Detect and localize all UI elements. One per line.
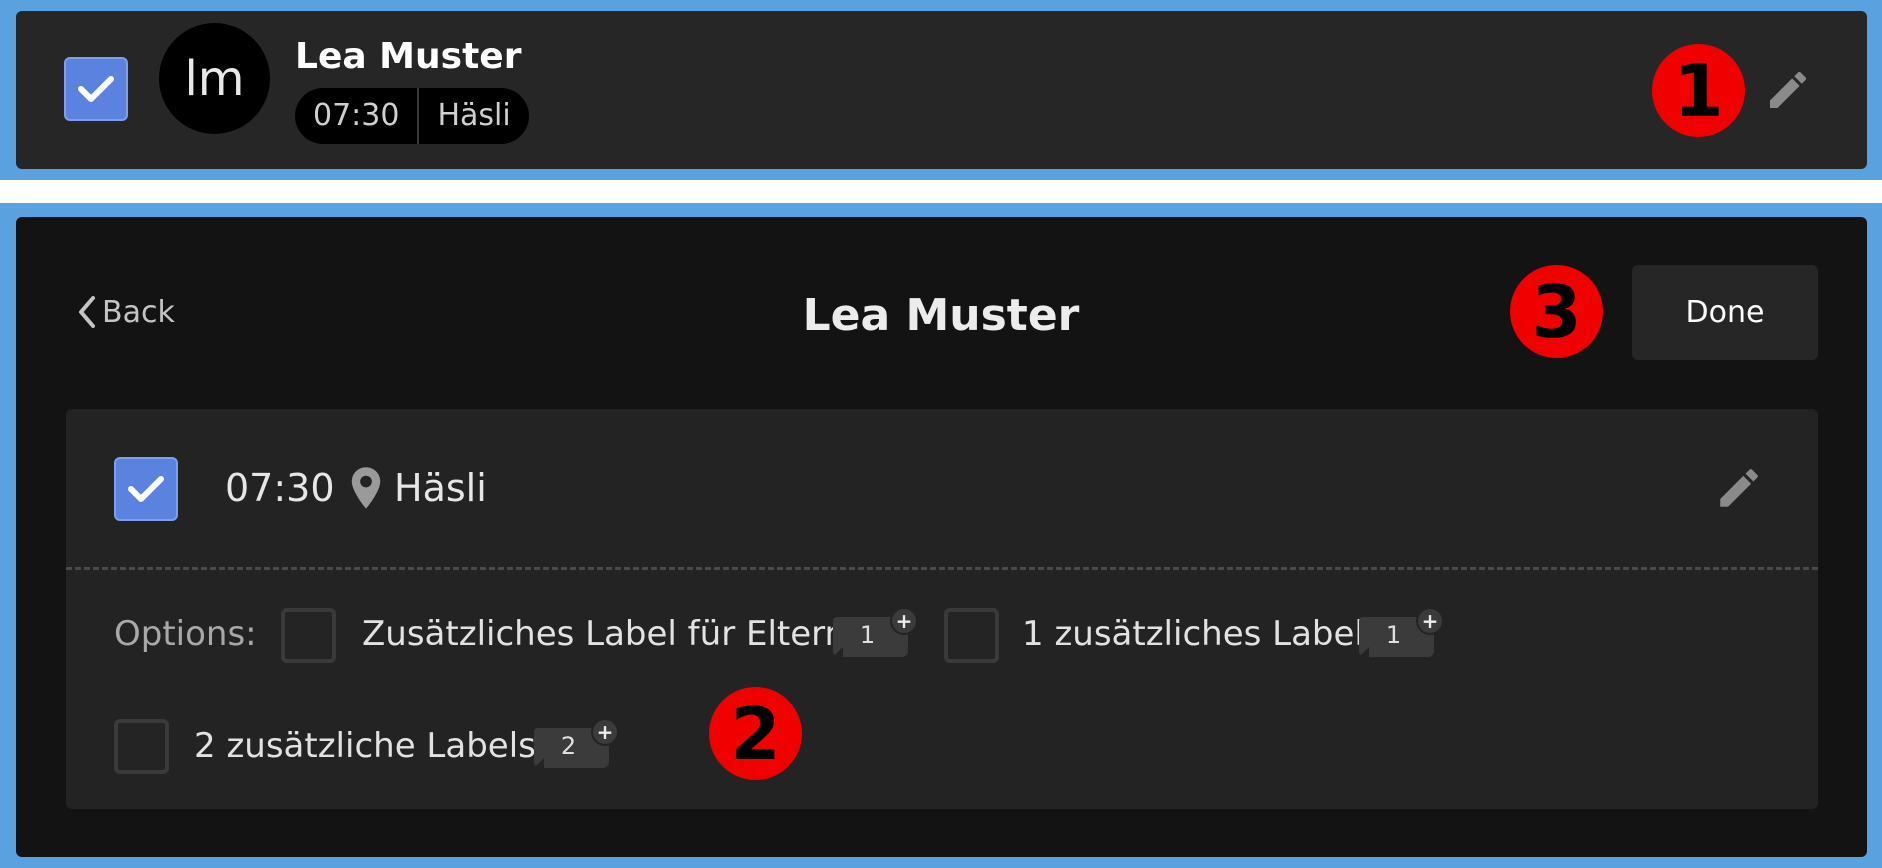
annotation-badge-1: 1 [1652,44,1745,137]
slot-checkbox[interactable] [114,457,178,521]
plus-icon: + [890,607,918,635]
annotation-badge-3: 3 [1510,265,1603,358]
option-label-parents-label: Zusätzliches Label für Eltern [362,614,847,654]
label-tag-icon [1359,647,1369,657]
option-label-one-label: 1 zusätzliches Label [1022,614,1364,654]
label-count-tag[interactable]: 1 + [1359,607,1444,657]
separator [0,180,1882,203]
option-checkbox-two-labels[interactable] [114,719,169,774]
slot-pill: 07:30 Häsli [295,88,529,144]
avatar-initials: lm [184,50,245,107]
label-tag-icon [833,647,843,657]
dashed-divider [66,567,1818,570]
option-checkbox-parents-label[interactable] [281,608,336,663]
options-label: Options: [114,614,257,654]
label-tag-icon [534,758,544,768]
slot-location: Häsli [394,466,487,510]
check-icon [78,76,114,102]
attendee-name: Lea Muster [295,36,522,77]
done-button[interactable]: Done [1632,265,1818,360]
plus-icon: + [1416,607,1444,635]
row-edit-button[interactable] [1764,66,1812,118]
check-icon [128,476,164,502]
location-pin-icon [351,467,381,509]
pencil-icon [1770,71,1807,108]
option-label-two-labels: 2 zusätzliche Labels [194,726,536,766]
label-count-tag[interactable]: 2 + [534,718,619,768]
option-checkbox-one-label[interactable] [944,608,999,663]
pencil-icon [1720,469,1758,507]
slot-pill-time: 07:30 [313,98,400,133]
plus-icon: + [591,718,619,746]
label-count-tag[interactable]: 1 + [833,607,918,657]
slot-pill-location: Häsli [437,98,511,133]
avatar: lm [159,23,270,134]
annotation-badge-2: 2 [709,687,802,780]
attendee-row-checkbox[interactable] [64,57,128,121]
slot-time: 07:30 [225,466,335,510]
attendee-row[interactable] [16,11,1867,169]
slot-edit-button[interactable] [1714,463,1764,517]
